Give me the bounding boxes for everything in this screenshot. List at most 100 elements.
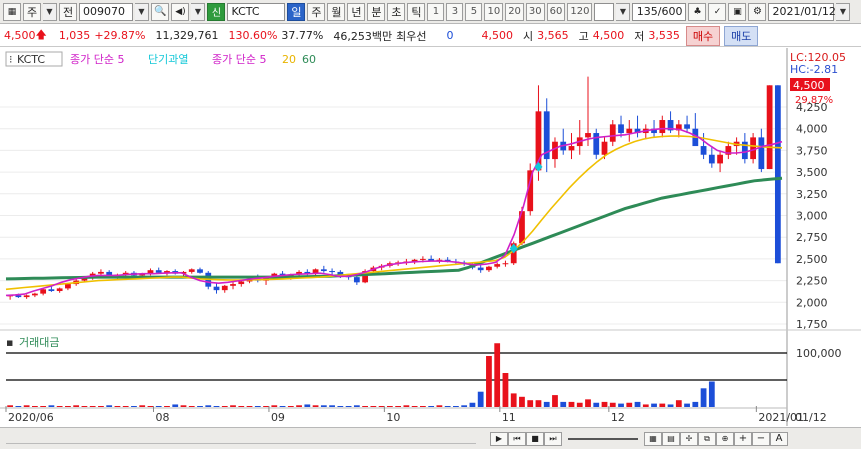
minute-custom-dropdown[interactable]: ▼ <box>616 2 631 21</box>
search-icon[interactable]: 🔍 <box>151 2 170 21</box>
volume-bar <box>428 406 435 407</box>
volume-bar <box>279 406 286 407</box>
grid-menu-icon[interactable]: ▦ <box>3 2 21 21</box>
minute-option-5[interactable]: 5 <box>465 2 483 21</box>
volume-bar <box>32 406 38 407</box>
chevron-down-icon[interactable]: ▼ <box>43 2 57 21</box>
stock-code-input[interactable]: 009070 <box>79 2 133 21</box>
volume-bar <box>395 406 402 407</box>
volume-bar <box>618 403 624 407</box>
open-label: 시 <box>522 29 534 43</box>
volume-bar <box>312 405 319 407</box>
priority-value: 0 <box>446 29 454 42</box>
minute-option-1[interactable]: 1 <box>427 2 445 21</box>
volume-bar <box>378 406 385 407</box>
bars-icon[interactable]: ▤ <box>662 431 680 446</box>
minus-icon[interactable]: − <box>752 431 770 446</box>
candle-body <box>708 154 715 164</box>
sell-button[interactable]: 매도 <box>724 25 759 46</box>
next-icon[interactable]: ⏭ <box>544 431 562 446</box>
x-tick-label: 12 <box>611 411 625 424</box>
date-dropdown[interactable]: ▼ <box>836 2 851 21</box>
volume-bar <box>626 402 633 407</box>
tab-period-year[interactable]: 년 <box>347 2 366 21</box>
candle-body <box>320 269 327 272</box>
legend-ma5-b: 종가 단순 5 <box>212 53 266 66</box>
stock-name-field: KCTC <box>227 2 286 21</box>
zoom-slider[interactable] <box>568 437 638 440</box>
y-tick-label: 3,500 <box>796 166 828 179</box>
tab-period-second[interactable]: 초 <box>387 2 406 21</box>
tab-period-tick[interactable]: 틱 <box>407 2 426 21</box>
volume-bar <box>329 405 335 407</box>
period-type-select[interactable]: 주 <box>23 2 41 21</box>
volume-bar <box>560 401 567 407</box>
link-icon[interactable]: ⧉ <box>698 431 716 446</box>
y-tick-label: 3,750 <box>796 144 828 157</box>
volume-bar <box>708 381 715 407</box>
tab-period-week[interactable]: 주 <box>307 2 326 21</box>
volume-panel-square: ▪ <box>6 336 13 349</box>
volume-bar <box>634 401 641 407</box>
candle-body <box>552 141 558 160</box>
turnover-rate: 37.77% <box>281 29 324 42</box>
stop-icon[interactable]: ■ <box>526 431 544 446</box>
sound-dropdown[interactable]: ▼ <box>191 2 206 21</box>
grid-icon[interactable]: ▦ <box>644 431 662 446</box>
candle-body <box>717 154 723 164</box>
horizontal-scrollbar[interactable] <box>6 434 476 444</box>
tab-period-minute[interactable]: 분 <box>367 2 386 21</box>
sound-icon[interactable]: ◀) <box>171 2 190 21</box>
minute-option-3[interactable]: 3 <box>446 2 464 21</box>
candle-body <box>353 277 360 283</box>
candle-body <box>609 124 616 142</box>
y-tick-label: 4,000 <box>796 123 828 136</box>
minute-custom-input[interactable] <box>594 2 615 21</box>
candle-body <box>477 267 484 271</box>
volume-bar <box>172 404 179 407</box>
text-a-icon[interactable]: A <box>770 431 788 446</box>
minute-option-10[interactable]: 10 <box>484 2 504 21</box>
volume-bar <box>667 404 674 407</box>
crosshair-icon[interactable]: ✢ <box>680 431 698 446</box>
volume-bar <box>155 406 162 407</box>
last-price-tag-text: 4,500 <box>793 79 825 92</box>
last-pct-tag: 29.87% <box>795 95 833 106</box>
volume-bar <box>304 404 311 407</box>
view-mode-select[interactable]: 전 <box>59 2 77 21</box>
volume-bar <box>114 406 121 407</box>
volume-bar <box>386 406 393 407</box>
prev-icon[interactable]: ⏮ <box>508 431 526 446</box>
minute-option-60[interactable]: 60 <box>546 2 566 21</box>
tab-period-month[interactable]: 월 <box>327 2 346 21</box>
toolbar: ▦ 주 ▼ 전 009070 ▼ 🔍 ◀) ▼ 신 KCTC 일 주 월 년 분… <box>0 0 861 24</box>
volume-bar <box>106 405 113 407</box>
volume-bar <box>486 356 492 407</box>
minute-option-120[interactable]: 120 <box>567 2 593 21</box>
volume-bar <box>23 405 30 407</box>
zoom-icon[interactable]: ⊕ <box>716 431 734 446</box>
stock-code-dropdown[interactable]: ▼ <box>135 2 149 21</box>
indicator-icon[interactable]: ✓ <box>708 2 727 21</box>
price-chart[interactable]: ⁝ KCTC 종가 단순 5 단기과열 종가 단순 5 20 60 4,2504… <box>0 48 861 426</box>
first-page-icon[interactable]: ▶ <box>490 431 508 446</box>
minute-option-20[interactable]: 20 <box>505 2 524 21</box>
x-tick-label: 2020/06 <box>8 411 54 424</box>
save-icon[interactable]: ▣ <box>728 2 747 21</box>
chart-settings-icon[interactable]: ♣ <box>688 2 707 21</box>
footer-bar: ▶ ⏮ ■ ⏭ ▦ ▤ ✢ ⧉ ⊕ + − A <box>0 427 861 449</box>
count-display[interactable]: 135/600 <box>632 2 687 21</box>
plus-icon[interactable]: + <box>734 431 752 446</box>
volume-bar <box>81 406 88 407</box>
buy-button[interactable]: 매수 <box>685 25 721 46</box>
volume-bar <box>296 405 302 407</box>
volume-bar <box>469 402 476 407</box>
date-field[interactable]: 2021/01/12 <box>768 2 836 21</box>
gear-icon[interactable]: ⚙ <box>748 2 767 21</box>
volume-bar <box>502 373 509 407</box>
minute-option-30[interactable]: 30 <box>525 2 545 21</box>
volume-bar <box>164 406 170 407</box>
volume-bar <box>122 406 129 407</box>
tab-period-day[interactable]: 일 <box>287 2 306 21</box>
volume-bar <box>56 406 63 407</box>
